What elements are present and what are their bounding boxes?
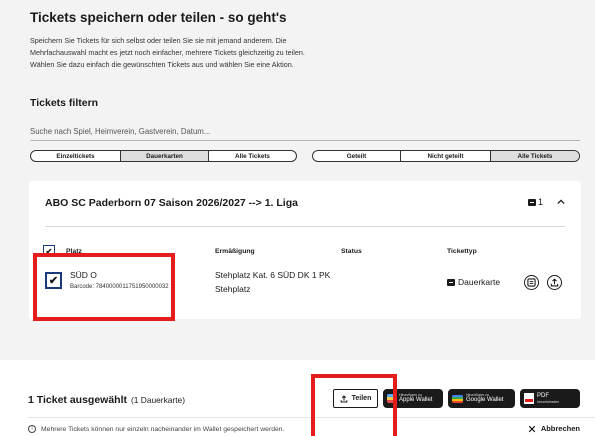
pdf-small-label: herunterladen [537, 400, 560, 404]
ticket-icon [527, 198, 536, 206]
barcode-button[interactable] [524, 275, 539, 290]
search-input[interactable] [30, 123, 580, 141]
selected-count: 1 Ticket ausgewählt [28, 394, 128, 406]
selection-action-bar: 1 Ticket ausgewählt (1 Dauerkarte) Teile… [0, 360, 595, 436]
share-button[interactable]: Teilen [333, 389, 378, 408]
barcode-icon [527, 278, 536, 287]
guide-line: Mehrfachauswahl macht es jetzt noch einf… [30, 48, 305, 57]
ticket-icon [447, 278, 455, 286]
ticket-share-button[interactable] [547, 275, 562, 290]
filter-option-not-shared[interactable]: Nicht geteilt [401, 151, 491, 161]
upload-icon [550, 278, 559, 287]
column-header-status: Status [341, 248, 362, 255]
google-wallet-icon [452, 394, 463, 403]
column-header-type: Tickettyp [447, 248, 477, 255]
filter-option-shared[interactable]: Geteilt [313, 151, 401, 161]
selected-breakdown: (1 Dauerkarte) [131, 395, 185, 405]
divider [28, 417, 595, 418]
ticket-type: Dauerkarte [447, 277, 500, 287]
wallet-icon [387, 394, 396, 403]
pdf-download-button[interactable]: PDF herunterladen [520, 389, 580, 408]
info-icon: i [28, 425, 36, 433]
upload-icon [340, 394, 347, 403]
filter-option-all-tickets[interactable]: Alle Tickets [209, 151, 296, 161]
ticket-count-value: 1 [537, 197, 543, 207]
ticket-type-label: Dauerkarte [458, 277, 501, 287]
cancel-button[interactable]: Abbrechen [528, 424, 580, 433]
ticket-barcode: Barcode: 7840000011751950000032 [70, 284, 169, 290]
pdf-icon [524, 393, 534, 404]
google-wallet-label: Google Wallet [466, 397, 504, 403]
ticket-discount-sub: Stehplatz [215, 284, 251, 294]
column-header-place: Platz [66, 248, 82, 255]
filter-option-all-share[interactable]: Alle Tickets [491, 151, 579, 161]
share-button-label: Teilen [351, 395, 372, 402]
select-all-checkbox[interactable]: ✔ [43, 245, 55, 257]
column-header-discount: Ermäßigung [215, 248, 255, 255]
ticket-place: SÜD O [70, 270, 97, 280]
ticket-checkbox[interactable]: ✔ [45, 272, 62, 289]
guide-line: Speichern Sie Tickets für sich selbst od… [30, 36, 287, 45]
cancel-label: Abbrechen [540, 424, 580, 433]
close-icon [528, 425, 536, 432]
chevron-up-icon[interactable] [557, 198, 565, 206]
apple-wallet-label: Apple Wallet [399, 397, 433, 403]
ticket-count: 1 [527, 197, 543, 207]
guide-title: Tickets speichern oder teilen - so geht'… [30, 10, 287, 25]
ticket-discount: Stehplatz Kat. 6 SÜD DK 1 PK [215, 270, 331, 280]
ticket-group-title[interactable]: ABO SC Paderborn 07 Saison 2026/2027 -->… [45, 197, 298, 209]
tickets-page: Tickets speichern oder teilen - so geht'… [0, 0, 595, 360]
ticket-group-card: ABO SC Paderborn 07 Saison 2026/2027 -->… [29, 181, 581, 319]
filter-title: Tickets filtern [30, 97, 99, 109]
filter-option-season-tickets[interactable]: Dauerkarten [121, 151, 209, 161]
share-status-filter: Geteilt Nicht geteilt Alle Tickets [312, 150, 580, 162]
divider [45, 226, 565, 227]
wallet-note-text: Mehrere Tickets können nur einzeln nache… [41, 425, 285, 433]
guide-text: Speichern Sie Tickets für sich selbst od… [30, 35, 410, 71]
guide-line: Wählen Sie dazu einfach die gewünschten … [30, 60, 294, 69]
filter-option-single-tickets[interactable]: Einzeltickets [31, 151, 121, 161]
wallet-note: i Mehrere Tickets können nur einzeln nac… [28, 425, 284, 433]
ticket-type-filter: Einzeltickets Dauerkarten Alle Tickets [30, 150, 297, 162]
pdf-label: PDF [537, 393, 549, 399]
google-wallet-button[interactable]: Hinzufügen zu Google Wallet [448, 389, 515, 408]
apple-wallet-button[interactable]: Hinzufügen zu Apple Wallet [383, 389, 443, 408]
